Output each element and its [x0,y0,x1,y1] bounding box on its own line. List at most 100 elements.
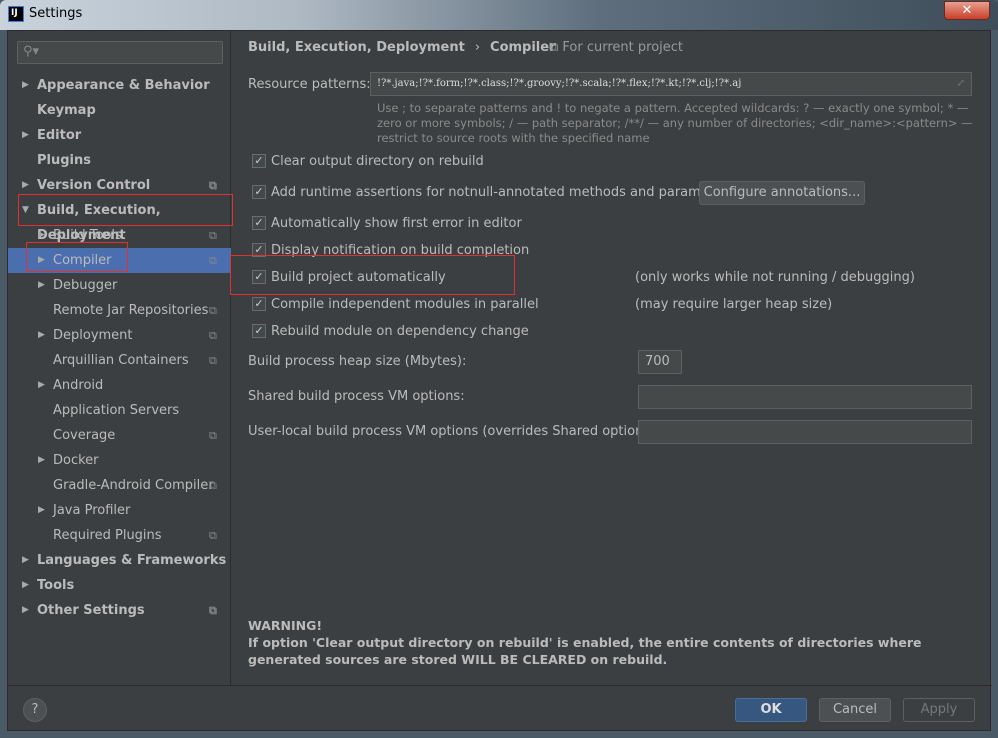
checkbox-icon[interactable]: ✓ [252,216,266,230]
chevron-right-icon[interactable]: ▶ [38,448,45,473]
sidebar-item[interactable]: Arquillian Containers ⧉ [8,348,231,373]
field-input[interactable] [638,385,972,409]
option-note: (only works while not running / debuggin… [635,270,915,285]
chevron-right-icon[interactable]: ▶ [22,73,29,98]
sidebar-item[interactable]: ▶ Appearance & Behavior [8,73,231,98]
search-input[interactable]: ⚲▾ [17,41,223,64]
warning: WARNING! If option 'Clear output director… [248,617,992,668]
settings-dialog: ⚲▾ ▶ Appearance & Behavior Keymap ▶ Editor Pl… [7,30,992,731]
checkbox-icon[interactable]: ✓ [252,185,266,199]
breadcrumb-separator: › [474,40,481,55]
sidebar-item-label: Debugger [53,278,118,293]
chevron-right-icon[interactable]: ▶ [38,273,45,298]
sidebar-item[interactable]: Coverage ⧉ [8,423,231,448]
option-label: Display notification on build completion [271,243,530,258]
intellij-icon: IJ [8,6,24,22]
sidebar-item[interactable]: Application Servers [8,398,231,423]
project-level-icon: ⧉ [209,604,217,617]
sidebar-item[interactable]: ▶ Other Settings ⧉ [8,598,231,623]
option-label: Compile independent modules in parallel [271,297,539,312]
option-label: Build project automatically [271,270,446,285]
option-label: Add runtime assertions for notnull-annot… [271,185,735,200]
project-level-icon: ⧉ [209,254,217,267]
sidebar-item[interactable]: ▶ Languages & Frameworks [8,548,231,573]
project-level-icon: ⧉ [209,179,217,192]
checkbox-icon[interactable]: ✓ [252,243,266,257]
sidebar-item[interactable]: ▶ Android [8,373,231,398]
sidebar-item-label: Languages & Frameworks [37,553,227,568]
checkbox-icon[interactable]: ✓ [252,154,266,168]
sidebar-item-label: Build Tools [53,228,122,243]
option-label: Automatically show first error in editor [271,216,522,231]
sidebar-item-label: Appearance & Behavior [37,78,210,93]
chevron-right-icon[interactable]: ▶ [22,548,29,573]
sidebar-item-label: Plugins [37,153,91,168]
field-label: Build process heap size (Mbytes): [248,354,467,369]
chevron-right-icon[interactable]: ▶ [22,123,29,148]
chevron-down-icon[interactable]: ▼ [22,198,29,223]
chevron-right-icon[interactable]: ▶ [22,598,29,623]
sidebar-item[interactable]: ▶ Version Control ⧉ [8,173,231,198]
chevron-right-icon[interactable]: ▶ [38,223,45,248]
chevron-right-icon[interactable]: ▶ [22,573,29,598]
sidebar-item-label: Required Plugins [53,528,162,543]
sidebar-item[interactable]: ▶ Tools [8,573,231,598]
sidebar-item[interactable]: ▼ Build, Execution, Deployment [8,198,231,243]
sidebar-item[interactable]: ▶ Java Profiler [8,498,231,523]
title-bar: IJ Settings ✕ [0,0,998,30]
breadcrumb-parent: Build, Execution, Deployment [248,40,465,55]
expand-icon[interactable]: ⤢ [957,73,965,95]
checkbox-icon[interactable]: ✓ [252,270,266,284]
sidebar-item[interactable]: ▶ Build Tools ⧉ [8,223,231,248]
apply-button[interactable]: Apply [903,698,975,722]
chevron-right-icon[interactable]: ▶ [38,248,45,273]
project-level-icon: ⧉ [209,229,217,242]
cancel-button[interactable]: Cancel [819,698,891,722]
sidebar-item-label: Java Profiler [53,503,131,518]
checkbox-icon[interactable]: ✓ [252,297,266,311]
resource-patterns-value: !?*.java;!?*.form;!?*.class;!?*.groovy;!… [377,78,742,89]
sidebar-item-label: Tools [37,578,75,593]
sidebar-item[interactable]: ▶ Deployment ⧉ [8,323,231,348]
close-button[interactable]: ✕ [944,1,990,20]
sidebar: ⚲▾ ▶ Appearance & Behavior Keymap ▶ Editor Pl… [8,31,231,685]
chevron-right-icon[interactable]: ▶ [38,373,45,398]
option-label: Clear output directory on rebuild [271,154,484,169]
chevron-right-icon[interactable]: ▶ [38,323,45,348]
resource-patterns-hint: Use ; to separate patterns and ! to nega… [377,101,973,145]
warning-title: WARNING! [248,618,323,633]
field-input[interactable]: 700 [638,350,682,374]
resource-patterns-label: Resource patterns: [248,77,371,92]
sidebar-item[interactable]: Required Plugins ⧉ [8,523,231,548]
sidebar-item-label: Remote Jar Repositories [53,303,209,318]
sidebar-item[interactable]: Plugins [8,148,231,173]
configure-annotations-button[interactable]: Configure annotations... [699,181,865,205]
sidebar-item[interactable]: ▶ Compiler ⧉ [8,248,231,273]
search-icon: ⚲▾ [23,44,40,59]
field-input[interactable] [638,420,972,444]
sidebar-item-label: Coverage [53,428,116,443]
sidebar-item[interactable]: Keymap [8,98,231,123]
project-level-icon: ⧉ [209,304,217,317]
sidebar-item-label: Gradle-Android Compiler [53,478,214,493]
ok-button[interactable]: OK [735,698,807,722]
resource-patterns-input[interactable]: !?*.java;!?*.form;!?*.class;!?*.groovy;!… [370,72,972,96]
sidebar-item-label: Version Control [37,178,151,193]
project-scope-label: ⧉ For current project [549,40,684,55]
help-button[interactable]: ? [23,698,47,722]
checkbox-icon[interactable]: ✓ [252,324,266,338]
chevron-right-icon[interactable]: ▶ [38,498,45,523]
breadcrumb: Build, Execution, Deployment › Compiler [248,40,556,55]
project-level-icon: ⧉ [209,354,217,367]
option-note: (may require larger heap size) [635,297,833,312]
field-label: Shared build process VM options: [248,389,465,404]
sidebar-item[interactable]: ▶ Editor [8,123,231,148]
sidebar-item[interactable]: ▶ Docker [8,448,231,473]
project-level-icon: ⧉ [209,529,217,542]
sidebar-item[interactable]: Gradle-Android Compiler ⧉ [8,473,231,498]
breadcrumb-current: Compiler [490,40,556,55]
sidebar-item[interactable]: Remote Jar Repositories ⧉ [8,298,231,323]
chevron-right-icon[interactable]: ▶ [22,173,29,198]
sidebar-item[interactable]: ▶ Debugger [8,273,231,298]
sidebar-item-label: Application Servers [53,403,180,418]
